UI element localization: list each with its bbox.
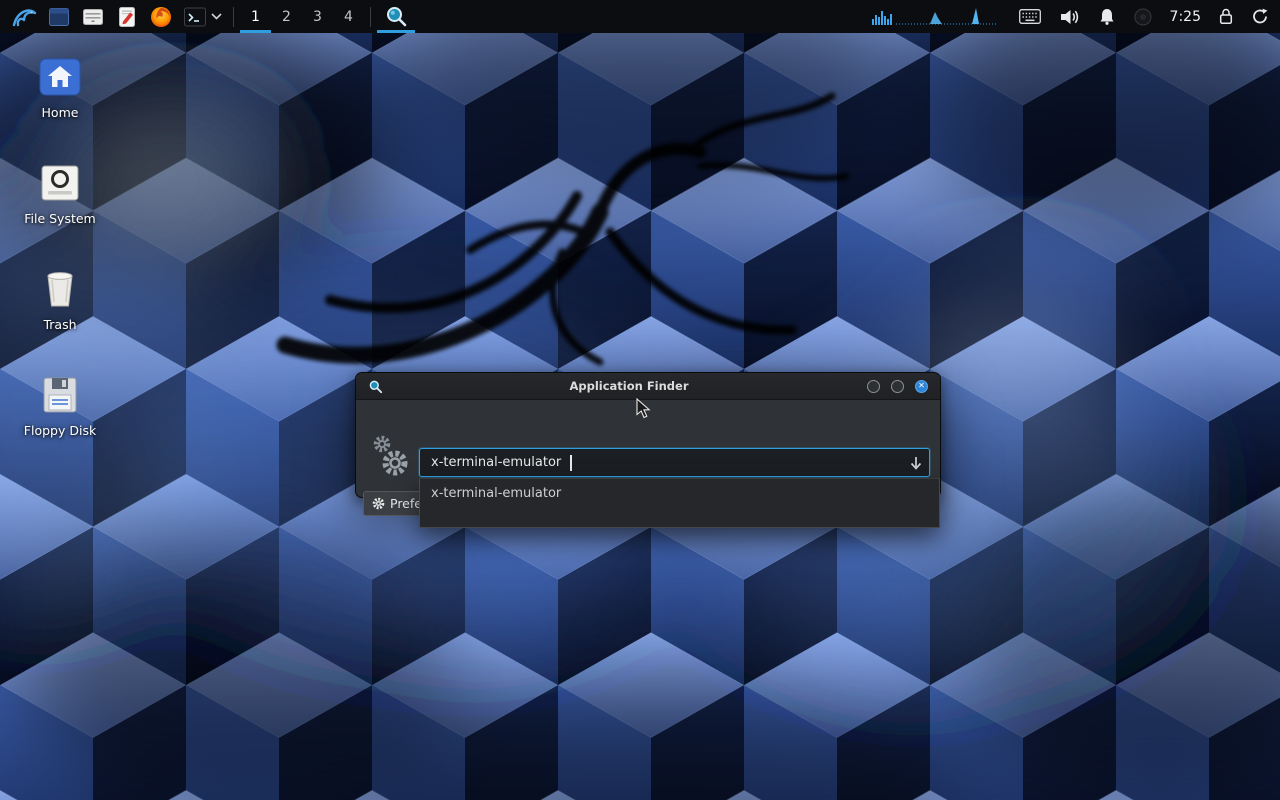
desktop-icon-home[interactable]: Home xyxy=(10,52,110,158)
floppy-disk-icon xyxy=(39,374,81,416)
status-circle-icon xyxy=(1134,8,1152,26)
volume-button[interactable] xyxy=(1055,0,1085,33)
workspace-3[interactable]: 3 xyxy=(302,0,333,33)
top-panel: 1 2 3 4 xyxy=(0,0,1280,33)
screen-lock-button[interactable] xyxy=(1214,0,1238,33)
desktop-icon-label: Trash xyxy=(43,317,76,332)
window-title: Application Finder xyxy=(391,379,867,393)
firefox-icon xyxy=(149,5,173,29)
launcher-file-manager[interactable] xyxy=(76,0,110,33)
window-app-icon xyxy=(47,5,71,29)
launcher-firefox[interactable] xyxy=(144,0,178,33)
text-editor-icon xyxy=(115,5,139,29)
screen-lock-icon xyxy=(1219,8,1233,25)
panel-separator xyxy=(233,7,234,27)
desktop-icon-floppy-disk[interactable]: Floppy Disk xyxy=(10,370,110,476)
gear-icon xyxy=(372,497,385,510)
status-tray-button[interactable] xyxy=(1129,0,1157,33)
keyboard-layout-button[interactable] xyxy=(1014,0,1046,33)
search-input-text: x-terminal-emulator xyxy=(431,455,561,470)
completion-item[interactable]: x-terminal-emulator xyxy=(420,479,939,507)
titlebar[interactable]: Application Finder ✕ xyxy=(356,373,940,400)
application-finder-window: Application Finder ✕ x-terminal-emulator xyxy=(355,372,941,498)
desktop-icon-file-system[interactable]: File System xyxy=(10,158,110,264)
launcher-text-editor[interactable] xyxy=(110,0,144,33)
desktop-icon-list: Home File System Trash xyxy=(10,52,110,476)
desktop-icon-label: Floppy Disk xyxy=(24,423,96,438)
maximize-button[interactable] xyxy=(891,380,904,393)
session-refresh-icon xyxy=(1252,8,1269,25)
minimize-button[interactable] xyxy=(867,380,880,393)
close-button[interactable]: ✕ xyxy=(915,380,928,393)
text-caret xyxy=(570,455,572,471)
close-icon: ✕ xyxy=(918,382,925,390)
app-finder-icon xyxy=(368,379,383,394)
system-monitor-graph xyxy=(872,5,1000,29)
desktop[interactable]: 1 2 3 4 xyxy=(0,0,1280,800)
terminal-icon xyxy=(183,6,207,28)
gears-icon xyxy=(371,434,411,480)
clock[interactable]: 7:25 xyxy=(1166,9,1205,25)
launcher-window-app[interactable] xyxy=(42,0,76,33)
workspace-4[interactable]: 4 xyxy=(333,0,364,33)
panel-separator xyxy=(370,7,371,27)
workspace-1[interactable]: 1 xyxy=(240,0,271,33)
launcher-terminal[interactable] xyxy=(178,0,227,33)
chevron-down-icon xyxy=(211,13,222,20)
notifications-button[interactable] xyxy=(1094,0,1120,33)
desktop-icon-label: File System xyxy=(24,211,96,226)
system-monitor-widget[interactable] xyxy=(867,0,1005,33)
session-menu-button[interactable] xyxy=(1247,0,1274,33)
keyboard-icon xyxy=(1019,9,1041,24)
desktop-icon-trash[interactable]: Trash xyxy=(10,264,110,370)
mouse-cursor xyxy=(636,398,652,420)
file-manager-icon xyxy=(81,5,105,29)
search-input[interactable]: x-terminal-emulator xyxy=(419,448,930,477)
completion-popup: x-terminal-emulator xyxy=(419,478,940,528)
notifications-bell-icon xyxy=(1099,8,1115,25)
taskbar-app-finder-button[interactable] xyxy=(377,0,415,33)
down-arrow-icon[interactable] xyxy=(909,455,923,471)
workspace-switcher: 1 2 3 4 xyxy=(240,0,364,33)
kali-menu-button[interactable] xyxy=(6,0,42,33)
desktop-icon-label: Home xyxy=(42,105,79,120)
app-finder-icon xyxy=(384,4,409,29)
volume-icon xyxy=(1060,9,1080,25)
workspace-2[interactable]: 2 xyxy=(271,0,302,33)
kali-menu-icon xyxy=(11,4,37,30)
trash-icon xyxy=(40,268,80,310)
filesystem-drive-icon xyxy=(38,162,82,204)
home-folder-icon xyxy=(37,56,83,98)
